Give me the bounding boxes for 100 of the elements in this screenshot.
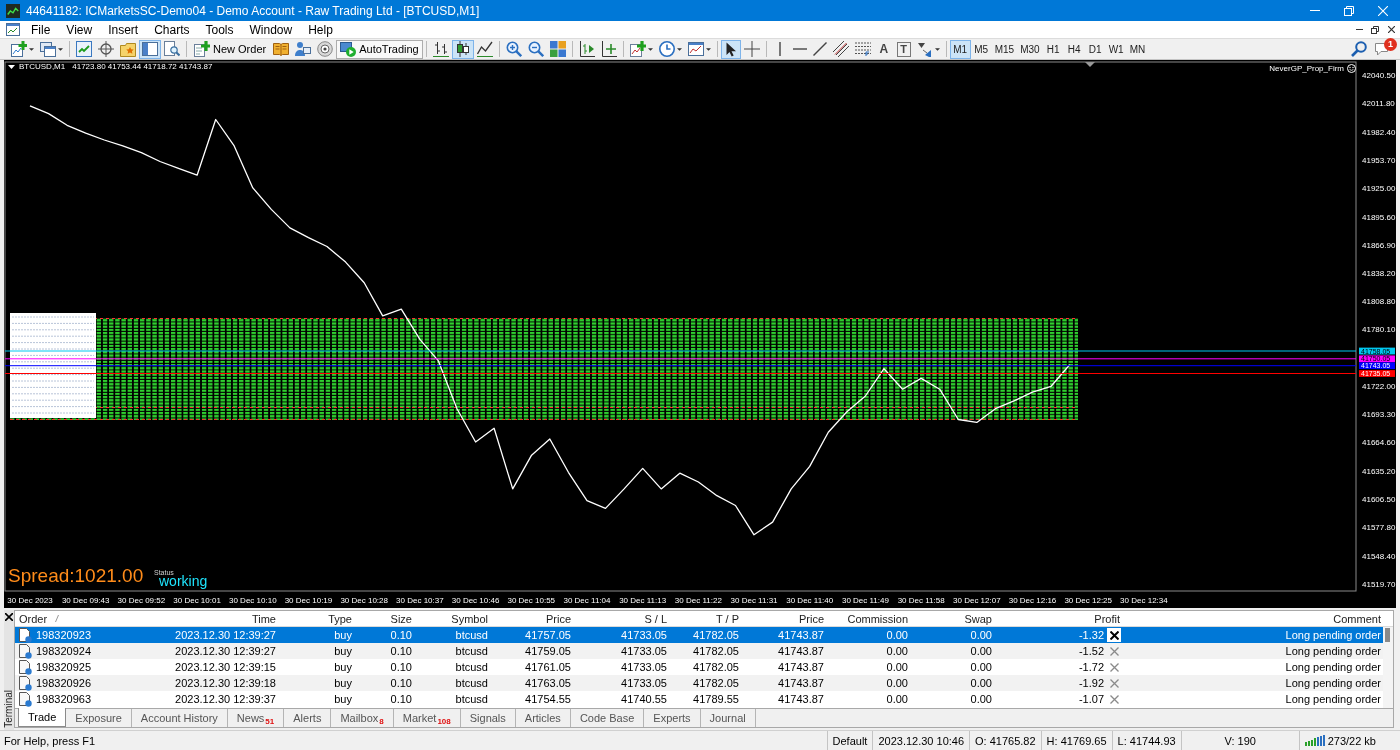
timeframe-button[interactable]: M5 (970, 39, 992, 59)
timeframe-button[interactable]: M15 (991, 39, 1018, 59)
timeframe-button[interactable]: M1 (949, 39, 971, 59)
new-chart-button[interactable] (8, 39, 37, 59)
column-header[interactable]: Commission (847, 612, 908, 625)
column-header[interactable]: Type (328, 612, 352, 625)
table-cell-text: 0.00 (969, 661, 993, 673)
menu-item[interactable]: Insert (100, 21, 147, 38)
table-cell-text: btcusd (454, 645, 489, 657)
column-header[interactable]: Price (798, 612, 824, 625)
table-cell-text: Long pending order (1284, 629, 1382, 641)
table-cell-text: 2023.12.30 12:39:27 (174, 629, 277, 641)
table-cell-text: 41761.05 (524, 661, 572, 673)
timeframe-button[interactable]: M30 (1017, 39, 1043, 59)
column-header[interactable]: Swap (964, 612, 992, 625)
table-row[interactable]: 198320926 2023.12.30 12:39:18 buy 0.10 btcusd 41763.05 41733.05 41782.05 41743.87 0.00 0.00 -1.92 Long pending order (15, 675, 1383, 691)
table-cell-text: -1.32 (1077, 629, 1105, 641)
table-cell-text: 0.10 (389, 629, 413, 641)
traffic-text: 273/22 kb (1327, 734, 1376, 747)
status-field: L: 41744.93 (1111, 731, 1181, 750)
table-cell-text: buy (333, 629, 353, 641)
cursor-button[interactable] (720, 39, 741, 59)
table-cell: 198320963 (36, 693, 92, 705)
table-cell-text: 41782.05 (692, 677, 740, 689)
table-row[interactable]: 198320923 2023.12.30 12:39:27 buy 0.10 btcusd 41757.05 41733.05 41782.05 41743.87 0.00 0.00 -1.32 Long pending order (15, 627, 1383, 643)
price-axis-label: 41982.40 (1362, 127, 1396, 137)
terminal-tab[interactable]: Articles (515, 709, 571, 727)
terminal-tab[interactable]: Exposure (66, 709, 132, 727)
terminal-tab[interactable]: Signals (460, 709, 516, 727)
menu-item[interactable]: Help (300, 21, 341, 38)
text-label-button[interactable]: T (896, 41, 911, 57)
tester-button[interactable] (161, 39, 183, 59)
time-axis-label: 30 Dec 11:49 (841, 596, 889, 605)
timeframe-button[interactable]: D1 (1084, 39, 1106, 59)
scrollbar-thumb[interactable] (1385, 628, 1390, 642)
document-magnifier-icon (164, 41, 180, 57)
terminal-tab[interactable]: Experts (644, 709, 701, 727)
menu-item[interactable]: Charts (146, 21, 198, 38)
new-order-button[interactable]: New Order (190, 39, 271, 59)
table-cell-text: -1.72 (1077, 661, 1105, 673)
autotrading-button[interactable]: AutoTrading (336, 39, 423, 59)
column-header[interactable]: Symbol (451, 612, 488, 625)
close-terminal-button[interactable] (4, 612, 14, 622)
menu-item[interactable]: Window (241, 21, 301, 38)
table-cell-text: 41733.05 (620, 661, 668, 673)
navigator-button[interactable] (95, 39, 117, 59)
status-field: V: 190 (1180, 731, 1299, 750)
profiles-button[interactable] (37, 39, 66, 59)
timeframe-button[interactable]: W1 (1105, 39, 1127, 59)
timeframe-button[interactable]: H4 (1063, 39, 1085, 59)
terminal-tab[interactable]: Journal (700, 709, 756, 727)
price-axis-label: 42040.50 (1362, 71, 1396, 80)
price-axis-label: 41577.80 (1362, 523, 1396, 533)
terminal-tab[interactable]: Alerts (284, 709, 332, 727)
timeframe-button[interactable]: MN (1126, 39, 1149, 59)
windows-icon (40, 41, 56, 57)
terminal-title: Terminal (4, 690, 14, 728)
table-row[interactable]: 198320924 2023.12.30 12:39:27 buy 0.10 btcusd 41759.05 41733.05 41782.05 41743.87 0.00 0.00 -1.52 Long pending order (15, 643, 1383, 659)
column-header[interactable]: Profit (1094, 612, 1120, 625)
price-axis-label: 41722.00 (1362, 382, 1396, 392)
column-header[interactable]: Time (251, 612, 276, 625)
caret-icon (705, 47, 711, 51)
table-cell-text: buy (333, 693, 353, 705)
column-header[interactable]: Price (545, 612, 571, 625)
close-icon (1378, 5, 1388, 16)
column-header[interactable]: Size (390, 612, 412, 625)
table-cell-text: Long pending order (1284, 645, 1382, 657)
close-icon (1109, 694, 1119, 704)
messages-button[interactable]: 1 (1370, 39, 1396, 59)
terminal-tab[interactable]: Trade (18, 708, 67, 727)
terminal-tab[interactable]: Code Base (570, 709, 645, 727)
close-order-button[interactable] (1107, 628, 1121, 642)
time-axis-label: 30 Dec 12:25 (1064, 596, 1112, 605)
menu-item[interactable]: View (58, 21, 101, 38)
table-row[interactable]: 198320925 2023.12.30 12:39:15 buy 0.10 btcusd 41761.05 41733.05 41782.05 41743.87 0.00 0.00 -1.72 Long pending order (15, 659, 1383, 675)
table-cell-text: 2023.12.30 12:39:27 (174, 645, 277, 657)
candlestick-button[interactable] (451, 39, 474, 59)
zoom-in-icon (505, 41, 522, 57)
terminal-tab[interactable]: Account History (131, 709, 228, 727)
table-cell: 198320924 (36, 645, 92, 657)
timeframe-button[interactable]: H1 (1042, 39, 1064, 59)
column-header[interactable]: S / L (644, 612, 667, 625)
table-cell-text: 41754.55 (524, 693, 572, 705)
time-axis-label: 30 Dec 10:19 (284, 596, 333, 605)
column-header[interactable]: Comment (1333, 612, 1381, 625)
column-header[interactable]: Order (19, 612, 48, 625)
menu-item[interactable]: File (23, 21, 59, 38)
status-field: 2023.12.30 10:46 (872, 731, 970, 750)
symbol-period: BTCUSD,M1 (19, 62, 66, 71)
unread-count: 108 (437, 717, 451, 726)
column-header[interactable]: T / P (715, 612, 739, 625)
text-button[interactable]: A (873, 39, 894, 59)
table-row[interactable]: 198320963 2023.12.30 12:39:37 buy 0.10 btcusd 41754.55 41740.55 41789.55 41743.87 0.00 0.00 -1.07 Long pending order (15, 691, 1383, 707)
terminal-button[interactable] (139, 39, 161, 59)
open-book-icon (273, 42, 290, 56)
price-axis-label: 41606.50 (1362, 495, 1396, 505)
caret-icon (934, 47, 940, 51)
table-cell-text: 0.10 (389, 677, 413, 689)
menu-item[interactable]: Tools (197, 21, 242, 38)
market-watch-button[interactable] (73, 39, 95, 59)
